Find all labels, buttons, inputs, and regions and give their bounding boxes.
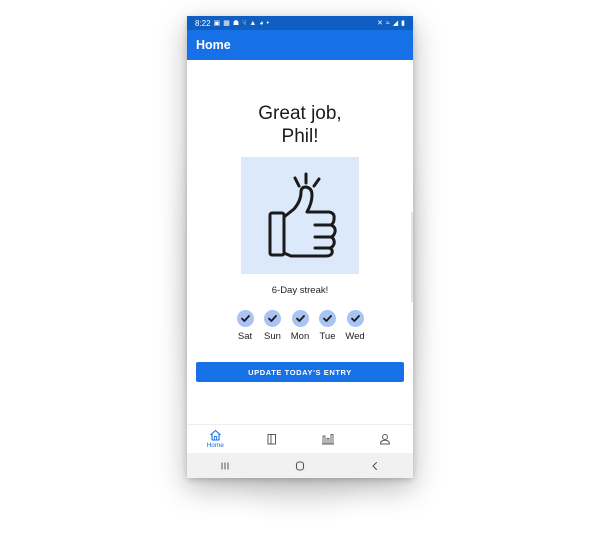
thumbs-up-icon [268, 172, 337, 258]
nav-journal[interactable] [252, 433, 292, 445]
day-label: Tue [319, 331, 336, 342]
home-button-icon[interactable] [294, 460, 306, 471]
bottom-nav: Home [187, 424, 413, 453]
journal-icon [267, 434, 276, 445]
day-label: Mon [290, 331, 310, 342]
profile-icon [379, 434, 390, 445]
greeting-heading: Great job, Phil! [187, 102, 413, 148]
usb-icon: ☟ [242, 19, 247, 27]
day-label: Wed [345, 331, 365, 342]
phone-screen: 8:22 ▣ ▦ ☗ ☟ ▲ ◕ • ✕ ≈ ◢ ▮ Home Great jo… [187, 16, 413, 478]
thumbs-up-illustration [241, 157, 359, 274]
status-time: 8:22 [195, 18, 211, 28]
check-icon [319, 310, 336, 327]
greeting-line-1: Great job, [258, 103, 342, 124]
wifi-icon: ≈ [385, 19, 390, 27]
system-nav-bar [187, 453, 413, 478]
calendar-icon: ▦ [223, 19, 230, 27]
android-icon: ◕ [259, 19, 264, 27]
day-sun: Sun [260, 310, 286, 342]
back-icon[interactable] [369, 461, 381, 471]
signal-icon: ◢ [392, 19, 399, 27]
update-entry-button[interactable]: UPDATE TODAY'S ENTRY [196, 362, 404, 382]
app-bar-title: Home [196, 38, 231, 52]
day-label: Sun [264, 331, 281, 342]
day-mon: Mon [287, 310, 313, 342]
home-icon [209, 429, 221, 441]
day-label: Sat [237, 331, 253, 342]
warning-icon: ▲ [249, 19, 257, 27]
battery-icon: ▮ [401, 19, 405, 27]
recent-apps-icon[interactable] [219, 461, 231, 471]
app-bar: Home [187, 30, 413, 60]
nav-home-label: Home [206, 442, 224, 449]
mute-icon: ✕ [377, 19, 383, 27]
streak-days: Sat Sun Mon Tue Wed [232, 310, 368, 342]
check-icon [264, 310, 281, 327]
share-icon: ☗ [232, 19, 240, 27]
streak-text: 6-Day streak! [271, 285, 329, 296]
check-icon [236, 310, 254, 327]
nav-profile[interactable] [365, 433, 405, 445]
check-icon [291, 310, 309, 327]
day-wed: Wed [342, 310, 368, 342]
greeting-line-2: Phil! [281, 126, 319, 147]
shopping-bag-icon: ▣ [213, 19, 221, 27]
dot-icon: • [266, 19, 269, 27]
day-tue: Tue [315, 310, 341, 342]
nav-stats[interactable] [308, 433, 348, 445]
check-icon [346, 310, 364, 327]
day-sat: Sat [232, 310, 258, 342]
bar-chart-icon [322, 434, 335, 445]
status-bar: 8:22 ▣ ▦ ☗ ☟ ▲ ◕ • ✕ ≈ ◢ ▮ [187, 16, 413, 30]
nav-home[interactable]: Home [195, 429, 235, 449]
